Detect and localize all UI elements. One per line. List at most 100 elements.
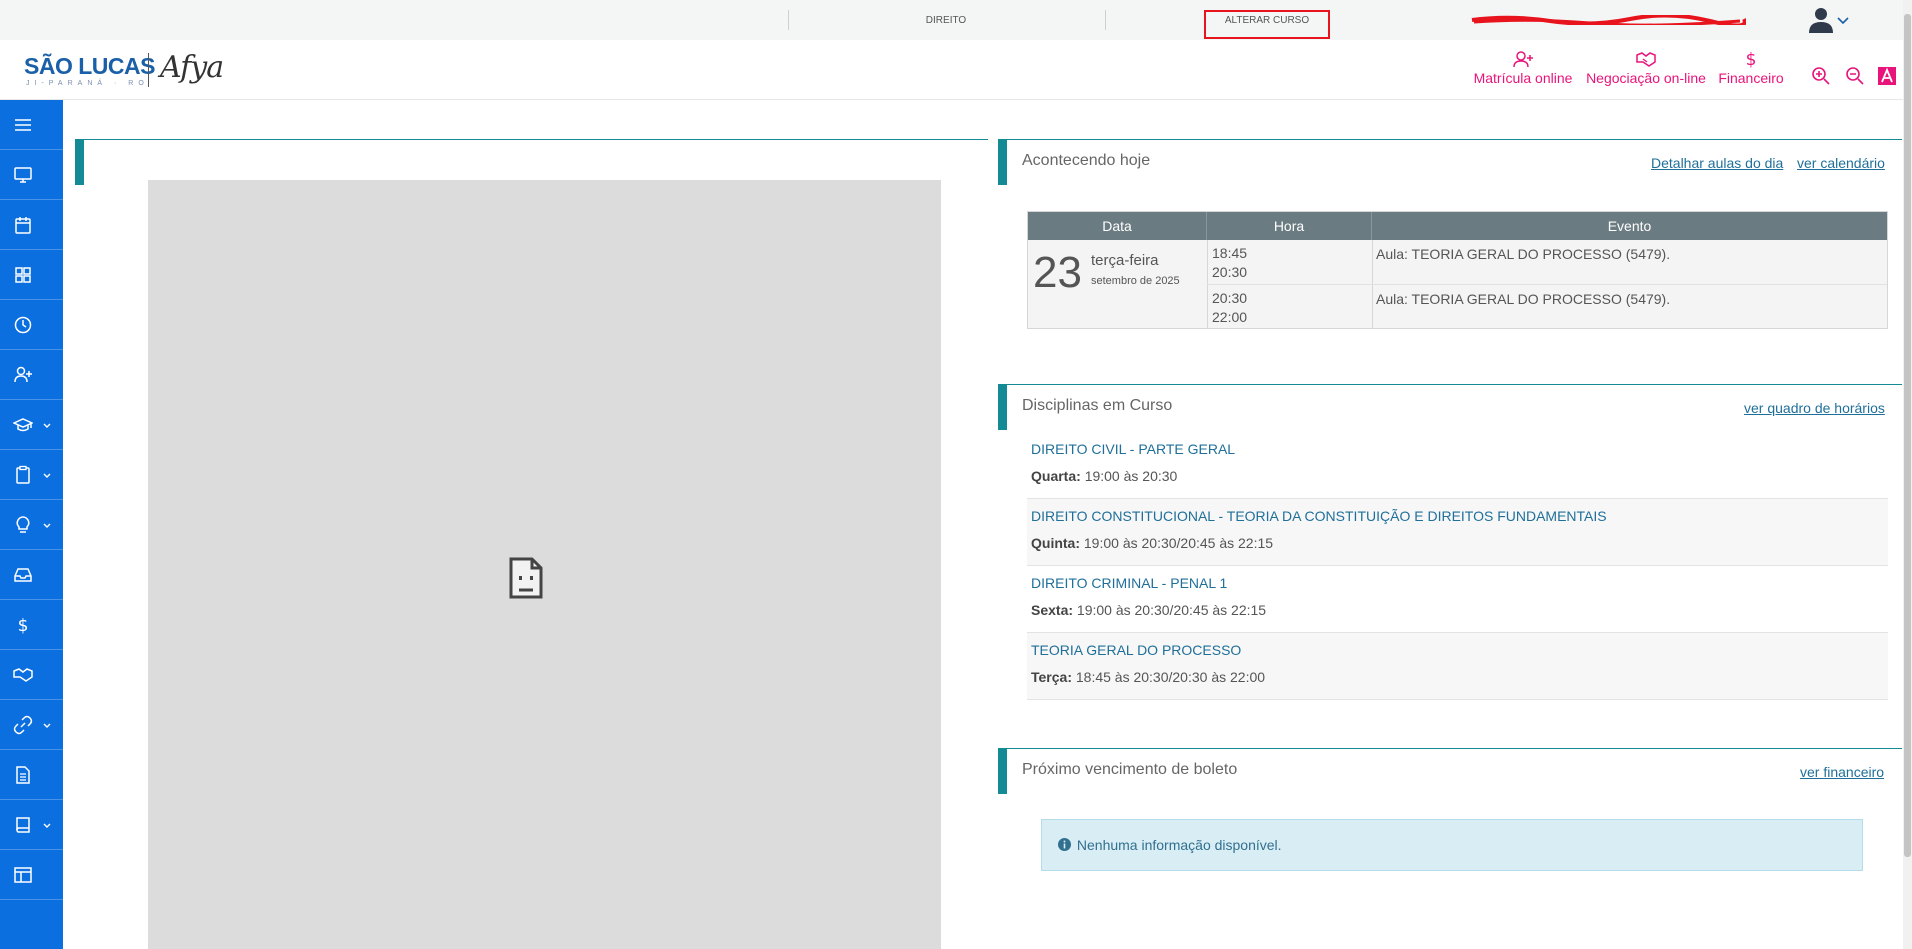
- discipline-item: TEORIA GERAL DO PROCESSO Terça: 18:45 às…: [1027, 633, 1888, 700]
- card-accent: [998, 384, 1007, 430]
- card-border: [998, 748, 1902, 749]
- schedule-day: Sexta:: [1031, 602, 1074, 618]
- day-number: 23: [1033, 248, 1082, 297]
- schedule-time: 19:00 às 20:30/20:45 às 22:15: [1076, 602, 1267, 618]
- sidebar-item-calendar[interactable]: [0, 200, 63, 250]
- weekday: terça-feira: [1091, 252, 1159, 269]
- disciplines-title: Disciplinas em Curso: [1022, 397, 1173, 414]
- lightbulb-icon: [16, 516, 30, 533]
- today-title: Acontecendo hoje: [1022, 152, 1151, 169]
- page-scrollbar[interactable]: [1903, 0, 1912, 949]
- discipline-schedule: Quarta: 19:00 às 20:30: [1031, 468, 1177, 484]
- event-end: 20:30: [1212, 264, 1248, 280]
- change-course-button[interactable]: ALTERAR CURSO: [1204, 10, 1330, 39]
- today-table: Data Hora Evento 23 terça-feira setembro…: [1027, 211, 1888, 329]
- discipline-schedule: Quinta: 19:00 às 20:30/20:45 às 22:15: [1031, 535, 1273, 551]
- discipline-name-link[interactable]: DIREITO CIVIL - PARTE GERAL: [1031, 441, 1235, 457]
- sidebar-item-ideas[interactable]: [0, 500, 63, 550]
- logo[interactable]: SÃO LUCAS JI-PARANÁ · RO Afya: [24, 50, 234, 90]
- schedule-day: Quinta:: [1031, 535, 1080, 551]
- discipline-name-link[interactable]: TEORIA GERAL DO PROCESSO: [1031, 642, 1241, 658]
- dollar-icon: $: [18, 616, 29, 635]
- user-plus-icon: [1513, 51, 1533, 68]
- sidebar-item-finance[interactable]: $: [0, 600, 63, 650]
- discipline-item: DIREITO CIVIL - PARTE GERAL Quarta: 19:0…: [1027, 432, 1888, 499]
- schedule-time: 19:00 às 20:30: [1084, 468, 1178, 484]
- redacted-user-name: [1471, 15, 1746, 25]
- sidebar-item-negotiation[interactable]: [0, 650, 63, 700]
- sidebar-item-inbox[interactable]: [0, 550, 63, 600]
- clipboard-icon: [16, 465, 30, 484]
- chevron-down-icon: [43, 723, 51, 728]
- contrast-icon[interactable]: [1877, 66, 1897, 86]
- chevron-down-icon: [43, 523, 51, 528]
- logo-brand: Afya: [160, 50, 224, 85]
- zoom-in-icon[interactable]: [1811, 66, 1831, 86]
- user-avatar-icon[interactable]: [1806, 4, 1836, 34]
- sidebar-item-enrollment[interactable]: [0, 350, 63, 400]
- boleto-title: Próximo vencimento de boleto: [1022, 761, 1238, 778]
- discipline-item: DIREITO CONSTITUCIONAL - TEORIA DA CONST…: [1027, 499, 1888, 566]
- view-calendar-link[interactable]: ver calendário: [1797, 155, 1885, 171]
- svg-text:$: $: [18, 616, 29, 635]
- schedule-day: Terça:: [1031, 669, 1072, 685]
- grid-icon: [15, 267, 31, 283]
- sidebar-item-assessments[interactable]: [0, 450, 63, 500]
- event-end: 22:00: [1212, 309, 1248, 325]
- inbox-icon: [14, 568, 32, 582]
- content-frame: [148, 180, 941, 949]
- top-bar: DIREITO ALTERAR CURSO: [0, 0, 1912, 40]
- discipline-name-link[interactable]: DIREITO CRIMINAL - PENAL 1: [1031, 575, 1227, 591]
- user-plus-icon: [14, 366, 32, 383]
- chevron-down-icon: [43, 823, 51, 828]
- card-accent: [998, 139, 1007, 185]
- sidebar-item-grid[interactable]: [0, 250, 63, 300]
- sidebar-item-links[interactable]: [0, 700, 63, 750]
- nav-matricula-online[interactable]: Matrícula online: [1470, 50, 1576, 86]
- discipline-name-link[interactable]: DIREITO CONSTITUCIONAL - TEORIA DA CONST…: [1031, 508, 1607, 524]
- scroll-thumb[interactable]: [1904, 14, 1911, 857]
- sidebar: $: [0, 100, 63, 949]
- event-description: Aula: TEORIA GERAL DO PROCESSO (5479).: [1376, 246, 1671, 262]
- view-finance-link[interactable]: ver financeiro: [1800, 764, 1884, 780]
- left-panel-border: [75, 139, 988, 140]
- sidebar-menu-toggle[interactable]: [0, 100, 63, 150]
- nav-financeiro[interactable]: $ Financeiro: [1716, 50, 1786, 86]
- logo-divider: [148, 53, 149, 87]
- top-separator: [788, 10, 789, 30]
- link-icon: [13, 715, 33, 735]
- event-time: 18:45 20:30: [1212, 244, 1247, 282]
- zoom-out-icon[interactable]: [1845, 66, 1865, 86]
- broken-page-icon: [509, 557, 543, 599]
- document-icon: [16, 766, 30, 784]
- table-header-event: Evento: [1372, 212, 1887, 240]
- logo-main: SÃO LUCAS: [24, 53, 155, 79]
- nav-label: Financeiro: [1718, 70, 1784, 86]
- sidebar-item-documents[interactable]: [0, 750, 63, 800]
- chevron-down-icon: [43, 423, 51, 428]
- schedule-time: 19:00 às 20:30/20:45 às 22:15: [1083, 535, 1274, 551]
- svg-text:$: $: [1746, 50, 1757, 68]
- sidebar-item-history[interactable]: [0, 300, 63, 350]
- nav-label: Matrícula online: [1473, 70, 1573, 86]
- sidebar-item-layout[interactable]: [0, 850, 63, 900]
- table-header-time: Hora: [1207, 212, 1372, 240]
- detail-classes-link[interactable]: Detalhar aulas do dia: [1651, 155, 1783, 171]
- top-separator: [1105, 10, 1106, 30]
- header: SÃO LUCAS JI-PARANÁ · RO Afya Matrícula …: [0, 40, 1912, 100]
- view-schedule-link[interactable]: ver quadro de horários: [1744, 400, 1885, 416]
- handshake-icon: [13, 668, 33, 682]
- current-course: DIREITO: [925, 15, 967, 26]
- chevron-down-icon[interactable]: [1836, 13, 1850, 27]
- dollar-icon: $: [1746, 50, 1757, 68]
- discipline-schedule: Sexta: 19:00 às 20:30/20:45 às 22:15: [1031, 602, 1266, 618]
- sidebar-item-library[interactable]: [0, 800, 63, 850]
- nav-negociacao-online[interactable]: Negociação on-line: [1584, 50, 1708, 86]
- event-start: 20:30: [1212, 290, 1248, 306]
- nav-label: Negociação on-line: [1586, 70, 1706, 86]
- sidebar-item-dashboard[interactable]: [0, 150, 63, 200]
- sidebar-item-academic[interactable]: [0, 400, 63, 450]
- event-time: 20:30 22:00: [1212, 289, 1247, 327]
- handshake-icon: [1636, 52, 1656, 67]
- layout-icon: [14, 867, 32, 883]
